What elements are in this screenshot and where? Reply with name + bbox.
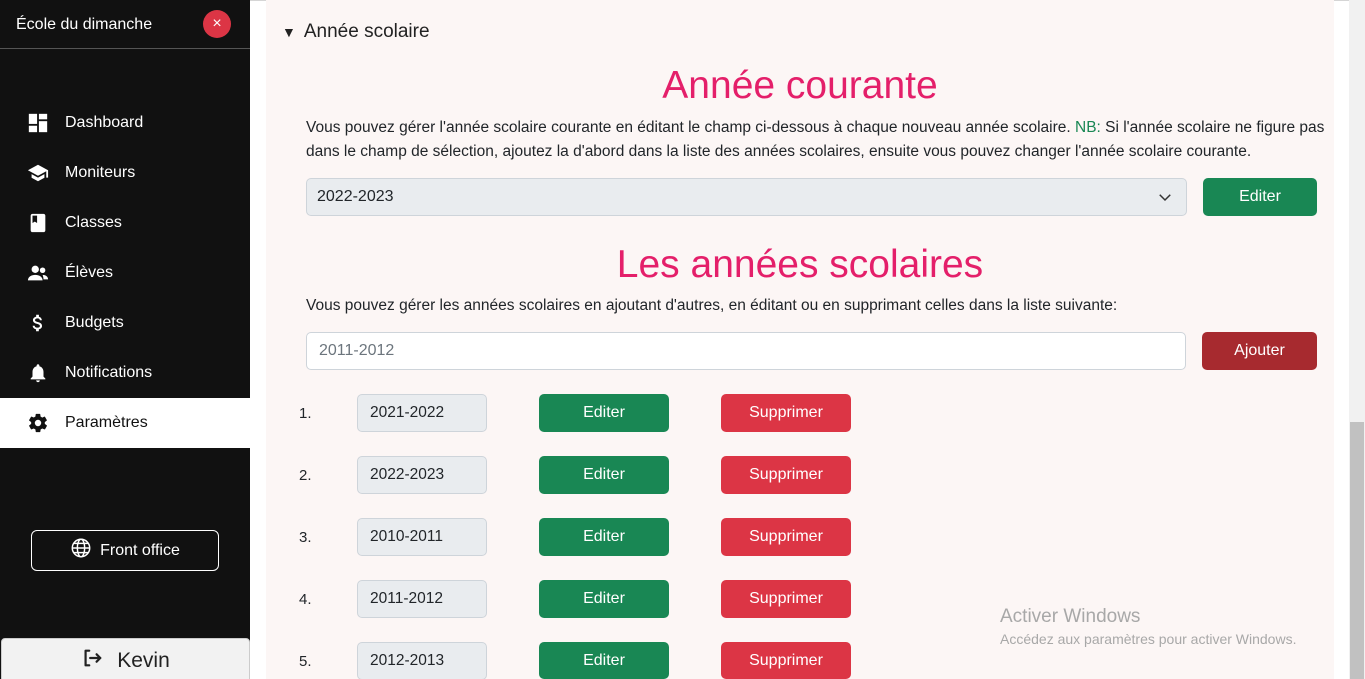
edit-current-year-button[interactable]: Editer bbox=[1203, 178, 1317, 216]
user-name: Kevin bbox=[117, 648, 170, 672]
dollar-icon bbox=[27, 312, 49, 334]
logout-icon bbox=[81, 647, 103, 675]
delete-year-button[interactable]: Supprimer bbox=[721, 518, 851, 556]
section-summary-label: Année scolaire bbox=[303, 21, 430, 42]
logout-button[interactable]: Kevin bbox=[1, 638, 250, 679]
sidebar-item-budgets[interactable]: Budgets bbox=[0, 298, 250, 348]
sidebar-item-label: Classes bbox=[65, 214, 122, 231]
windows-watermark-subtitle: Accédez aux paramètres pour activer Wind… bbox=[1000, 631, 1297, 647]
row-number: 4. bbox=[299, 591, 312, 608]
book-icon bbox=[27, 212, 49, 234]
chevron-down-icon bbox=[1156, 188, 1174, 206]
years-list-title: Les années scolaires bbox=[616, 243, 984, 286]
sidebar-item-label: Notifications bbox=[65, 364, 153, 381]
edit-year-button[interactable]: Editer bbox=[539, 580, 669, 618]
row-number: 2. bbox=[299, 467, 312, 484]
delete-year-button[interactable]: Supprimer bbox=[721, 580, 851, 618]
edit-year-button[interactable]: Editer bbox=[539, 456, 669, 494]
edit-year-button[interactable]: Editer bbox=[539, 642, 669, 679]
selected-value: 2022-2023 bbox=[317, 188, 394, 205]
add-year-button[interactable]: Ajouter bbox=[1202, 332, 1317, 370]
triangle-down-icon: ▼ bbox=[282, 24, 296, 40]
edit-year-button[interactable]: Editer bbox=[539, 518, 669, 556]
graduation-cap-icon bbox=[27, 162, 49, 184]
sidebar-item-notifications[interactable]: Notifications bbox=[0, 348, 250, 398]
years-list-description: Vous pouvez gérer les années scolaires e… bbox=[306, 297, 1118, 314]
gear-icon bbox=[27, 412, 49, 434]
year-field[interactable]: 2012-2013 bbox=[357, 642, 487, 679]
year-field[interactable]: 2010-2011 bbox=[357, 518, 487, 556]
sidebar-header: École du dimanche × bbox=[0, 0, 250, 49]
sidebar-item-label: Dashboard bbox=[65, 114, 144, 131]
year-field[interactable]: 2022-2023 bbox=[357, 456, 487, 494]
sidebar-item-eleves[interactable]: Élèves bbox=[0, 248, 250, 298]
delete-year-button[interactable]: Supprimer bbox=[721, 456, 851, 494]
year-field[interactable]: 2011-2012 bbox=[357, 580, 487, 618]
year-field[interactable]: 2021-2022 bbox=[357, 394, 487, 432]
users-icon bbox=[27, 262, 49, 284]
sidebar-item-moniteurs[interactable]: Moniteurs bbox=[0, 148, 250, 198]
row-number: 5. bbox=[299, 653, 312, 670]
sidebar-item-dashboard[interactable]: Dashboard bbox=[0, 98, 250, 148]
current-year-title: Année courante bbox=[662, 64, 938, 107]
dashboard-icon bbox=[27, 112, 49, 134]
delete-year-button[interactable]: Supprimer bbox=[721, 642, 851, 679]
sidebar-item-label: Élèves bbox=[65, 264, 114, 281]
front-office-label: Front office bbox=[100, 541, 180, 559]
close-sidebar-button[interactable]: × bbox=[203, 10, 231, 38]
row-number: 3. bbox=[299, 529, 312, 546]
current-year-select[interactable]: 2022-2023 bbox=[306, 178, 1187, 216]
sidebar-item-label: Moniteurs bbox=[65, 164, 136, 181]
row-number: 1. bbox=[299, 405, 312, 422]
delete-year-button[interactable]: Supprimer bbox=[721, 394, 851, 432]
sidebar-item-parametres[interactable]: Paramètres bbox=[0, 398, 250, 448]
sidebar: École du dimanche × Dashboard Moniteurs … bbox=[0, 0, 250, 679]
sidebar-item-label: Paramètres bbox=[65, 414, 148, 431]
app-title: École du dimanche bbox=[16, 16, 153, 33]
front-office-button[interactable]: Front office bbox=[31, 530, 219, 571]
bell-icon bbox=[27, 362, 49, 384]
globe-icon bbox=[70, 537, 92, 564]
sidebar-item-label: Budgets bbox=[65, 314, 124, 331]
sidebar-item-classes[interactable]: Classes bbox=[0, 198, 250, 248]
windows-watermark-title: Activer Windows bbox=[1000, 606, 1141, 627]
edit-year-button[interactable]: Editer bbox=[539, 394, 669, 432]
scrollbar-thumb[interactable] bbox=[1350, 422, 1364, 679]
section-toggle[interactable]: ▼ Année scolaire bbox=[282, 21, 430, 43]
new-year-input[interactable]: 2011-2012 bbox=[306, 332, 1186, 370]
nb-label: NB: bbox=[1075, 119, 1101, 136]
current-year-description: Vous pouvez gérer l'année scolaire coura… bbox=[306, 116, 1326, 164]
description-text: Vous pouvez gérer l'année scolaire coura… bbox=[306, 119, 1075, 136]
